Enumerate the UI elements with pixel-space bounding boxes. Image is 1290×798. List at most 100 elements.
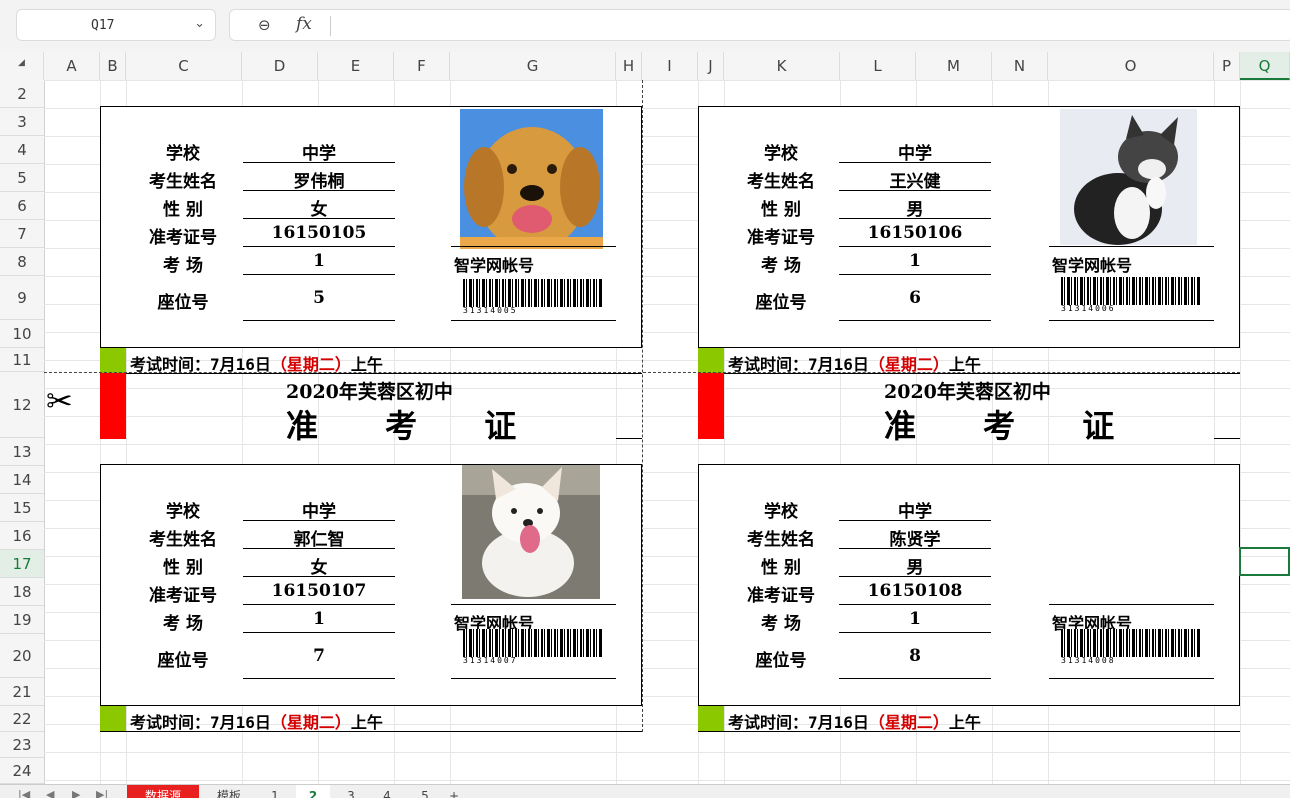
underline bbox=[243, 548, 395, 549]
col-header-n[interactable]: N bbox=[992, 52, 1048, 80]
chevron-down-icon[interactable]: ⌄ bbox=[194, 16, 205, 31]
row-header-20[interactable]: 20 bbox=[0, 634, 44, 678]
row-header-8[interactable]: 8 bbox=[0, 248, 44, 276]
row-header-14[interactable]: 14 bbox=[0, 466, 44, 494]
title-line2: 准 考 证 bbox=[286, 407, 545, 445]
col-header-k[interactable]: K bbox=[724, 52, 840, 80]
row-header-9[interactable]: 9 bbox=[0, 276, 44, 320]
admission-card-1: 学校 中学 考生姓名 罗伟桐 性 别 女 准考证号 16150105 考 场 1… bbox=[100, 106, 642, 348]
formula-input[interactable]: ⊖ fx bbox=[229, 9, 1290, 41]
next-sheet-icon[interactable]: ▶ bbox=[72, 785, 80, 798]
col-header-h[interactable]: H bbox=[616, 52, 642, 80]
seat-value: 6 bbox=[909, 288, 921, 308]
prev-sheet-icon[interactable]: ◀ bbox=[46, 785, 54, 798]
row-header-24[interactable]: 24 bbox=[0, 758, 44, 784]
col-header-i[interactable]: I bbox=[642, 52, 698, 80]
exam-time-bar: 考试时间：7月16日（星期二）上午 bbox=[100, 348, 642, 374]
last-sheet-icon[interactable]: ▶| bbox=[96, 785, 108, 798]
col-header-f[interactable]: F bbox=[394, 52, 450, 80]
photo-kitten bbox=[1060, 109, 1197, 245]
first-sheet-icon[interactable]: |◀ bbox=[18, 785, 30, 798]
sheet-tab-3[interactable]: 3 bbox=[334, 785, 368, 798]
room-label: 考 场 bbox=[163, 256, 203, 276]
underline bbox=[1049, 604, 1214, 605]
sheet-tab-5[interactable]: 5 bbox=[408, 785, 442, 798]
col-header-m[interactable]: M bbox=[916, 52, 992, 80]
sheet-tab-1[interactable]: 1 bbox=[258, 785, 292, 798]
card-title-left: 2020年芙蓉区初中 准 考 证 bbox=[100, 373, 642, 445]
triangle-icon: ◢ bbox=[18, 58, 25, 68]
fx-icon[interactable]: fx bbox=[296, 14, 312, 34]
green-marker bbox=[698, 706, 724, 731]
col-header-b[interactable]: B bbox=[100, 52, 126, 80]
row-header-11[interactable]: 11 bbox=[0, 348, 44, 372]
col-header-c[interactable]: C bbox=[126, 52, 242, 80]
row-header-19[interactable]: 19 bbox=[0, 606, 44, 634]
select-all-corner[interactable]: ◢ bbox=[0, 52, 44, 80]
seat-value: 5 bbox=[313, 288, 325, 308]
name-box[interactable]: Q17 ⌄ bbox=[16, 9, 216, 41]
row-header-10[interactable]: 10 bbox=[0, 320, 44, 348]
name-label: 考生姓名 bbox=[747, 172, 815, 192]
exam-time-weekday: （星期二） bbox=[868, 713, 949, 732]
row-header-4[interactable]: 4 bbox=[0, 136, 44, 164]
title-line1: 2020年芙蓉区初中 bbox=[286, 381, 453, 403]
col-header-q[interactable]: Q bbox=[1240, 52, 1290, 80]
school-label: 学校 bbox=[166, 144, 200, 164]
row-header-6[interactable]: 6 bbox=[0, 192, 44, 220]
row-header-12[interactable]: 12 bbox=[0, 372, 44, 438]
row-header-7[interactable]: 7 bbox=[0, 220, 44, 248]
row-header-15[interactable]: 15 bbox=[0, 494, 44, 522]
col-header-j[interactable]: J bbox=[698, 52, 724, 80]
col-header-p[interactable]: P bbox=[1214, 52, 1240, 80]
sheet-tab-2[interactable]: 2 bbox=[296, 785, 330, 798]
col-header-o[interactable]: O bbox=[1048, 52, 1214, 80]
row-header-23[interactable]: 23 bbox=[0, 732, 44, 758]
row-header-21[interactable]: 21 bbox=[0, 678, 44, 706]
exam-time-weekday: （星期二） bbox=[270, 713, 351, 732]
sheet-tab-template[interactable]: 模板 bbox=[203, 785, 255, 798]
col-header-g[interactable]: G bbox=[450, 52, 616, 80]
barcode bbox=[1061, 629, 1201, 657]
name-value: 罗伟桐 bbox=[293, 172, 345, 192]
title-line2: 准 考 证 bbox=[884, 407, 1143, 445]
col-header-d[interactable]: D bbox=[242, 52, 318, 80]
col-header-a[interactable]: A bbox=[44, 52, 100, 80]
gender-value: 男 bbox=[906, 558, 924, 578]
row-header-2[interactable]: 2 bbox=[0, 80, 44, 108]
green-marker bbox=[100, 348, 126, 373]
selected-cell-q17[interactable] bbox=[1239, 547, 1290, 576]
row-header-5[interactable]: 5 bbox=[0, 164, 44, 192]
col-header-l[interactable]: L bbox=[840, 52, 916, 80]
underline bbox=[243, 678, 395, 679]
sheet-tab-4[interactable]: 4 bbox=[370, 785, 404, 798]
row-header-16[interactable]: 16 bbox=[0, 522, 44, 550]
barcode bbox=[463, 629, 603, 657]
col-header-e[interactable]: E bbox=[318, 52, 394, 80]
cell-reference: Q17 bbox=[91, 18, 115, 33]
exam-no-label: 准考证号 bbox=[149, 228, 217, 248]
row-header-22[interactable]: 22 bbox=[0, 706, 44, 732]
underline bbox=[451, 320, 616, 321]
name-label: 考生姓名 bbox=[149, 530, 217, 550]
row-header-17[interactable]: 17 bbox=[0, 550, 44, 578]
barcode-number: 31314005 bbox=[463, 306, 518, 315]
underline bbox=[1049, 320, 1214, 321]
exam-time: 考试时间：7月16日（星期二）上午 bbox=[130, 709, 383, 733]
underline bbox=[451, 678, 616, 679]
underline bbox=[839, 678, 991, 679]
row-header-18[interactable]: 18 bbox=[0, 578, 44, 606]
barcode bbox=[463, 279, 603, 307]
sheet-tab-data-source[interactable]: 数据源 bbox=[127, 785, 199, 798]
row-header-13[interactable]: 13 bbox=[0, 438, 44, 466]
underline bbox=[839, 246, 991, 247]
exam-time-prefix: 考试时间：7月16日 bbox=[130, 713, 271, 732]
room-value: 1 bbox=[909, 609, 921, 629]
underline bbox=[243, 190, 395, 191]
row-header-3[interactable]: 3 bbox=[0, 108, 44, 136]
red-marker bbox=[698, 373, 724, 439]
exam-no-value: 16150107 bbox=[271, 581, 367, 601]
barcode bbox=[1061, 277, 1201, 305]
add-sheet-button[interactable]: + bbox=[444, 785, 464, 798]
zoom-out-icon[interactable]: ⊖ bbox=[258, 16, 271, 34]
